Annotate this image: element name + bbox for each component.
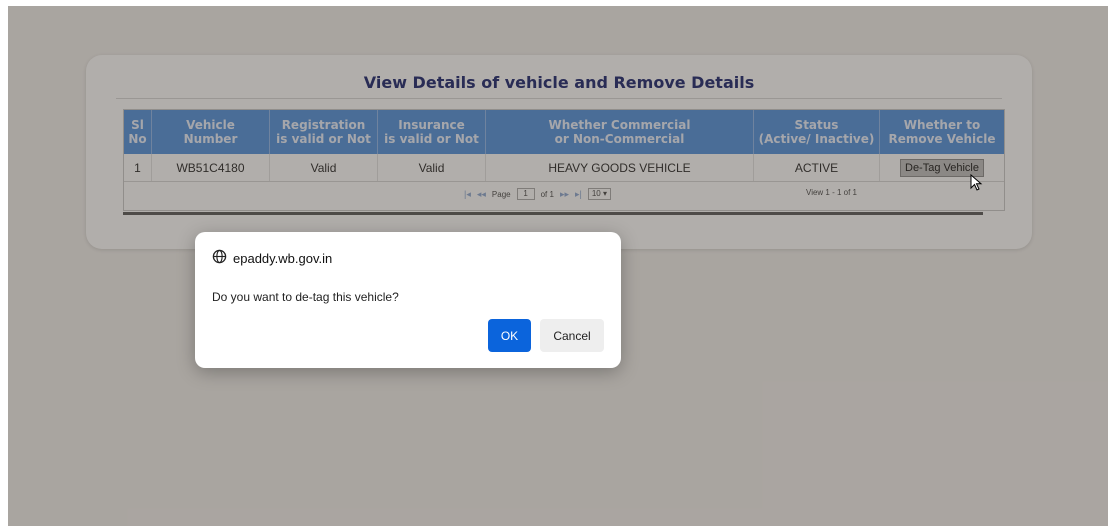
globe-icon — [212, 249, 227, 267]
cancel-button[interactable]: Cancel — [540, 319, 604, 352]
confirm-dialog: epaddy.wb.gov.in Do you want to de-tag t… — [195, 232, 621, 368]
browser-viewport: View Details of vehicle and Remove Detai… — [8, 6, 1108, 526]
dialog-origin: epaddy.wb.gov.in — [233, 250, 333, 266]
ok-button[interactable]: OK — [488, 319, 531, 352]
dialog-message: Do you want to de-tag this vehicle? — [212, 290, 399, 304]
dialog-header: epaddy.wb.gov.in — [212, 249, 332, 267]
